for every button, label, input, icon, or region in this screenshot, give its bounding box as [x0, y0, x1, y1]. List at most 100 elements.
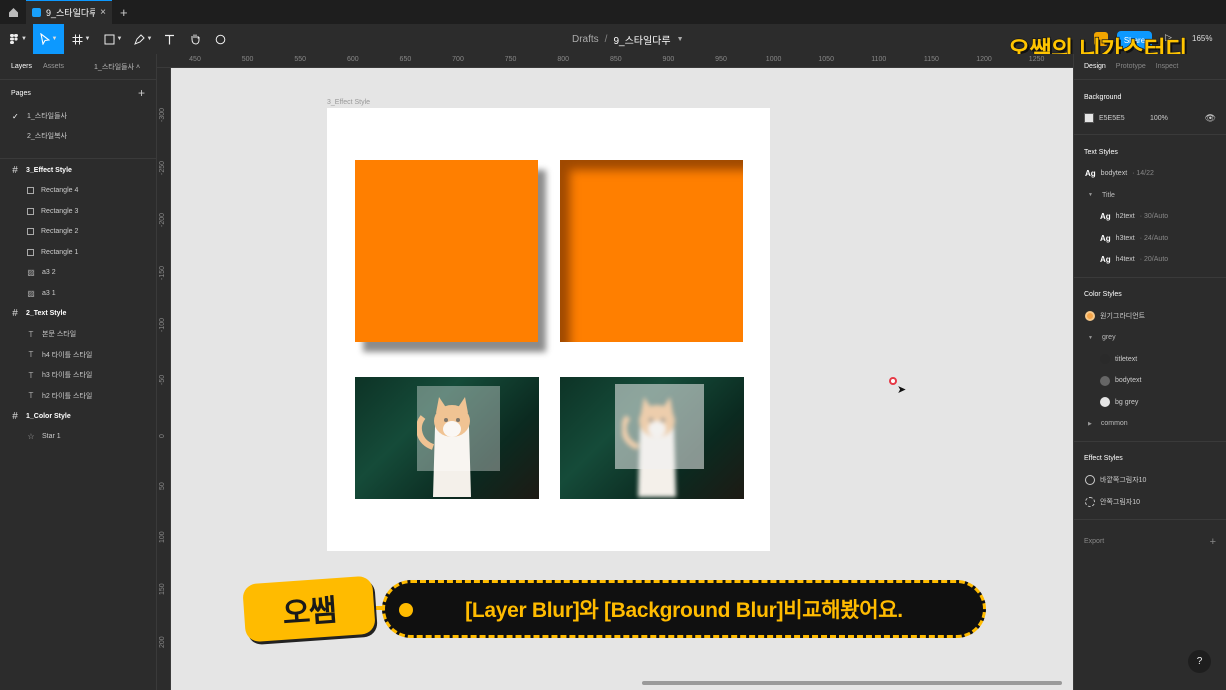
- ruler-horizontal: 450 500 550 600 650 700 750 800 850 900 950 1000 105…: [157, 54, 1073, 68]
- right-panel-tabs: Design Prototype Inspect: [1074, 54, 1226, 80]
- layer-item[interactable]: Rectangle 4: [0, 181, 156, 202]
- layer-item-label: 1_Color Style: [26, 412, 71, 420]
- text-styles-title: Text Styles: [1084, 148, 1118, 156]
- close-icon[interactable]: ×: [100, 7, 106, 18]
- text-tool-button[interactable]: [160, 24, 178, 54]
- tab-inspect[interactable]: Inspect: [1156, 63, 1179, 70]
- crumb-drafts[interactable]: Drafts: [572, 34, 599, 45]
- left-panel-tabs: Layers Assets 1_스타일들사 ˄: [0, 54, 156, 80]
- page-item[interactable]: 2_스타일복사: [0, 126, 156, 146]
- page-item-label: 2_스타일복사: [27, 133, 67, 140]
- effect-style-frame[interactable]: [327, 108, 770, 551]
- layer-item[interactable]: Rectangle 2: [0, 222, 156, 243]
- group-name: grey: [1101, 334, 1116, 342]
- color-style-group-common[interactable]: ▶ common: [1074, 413, 1226, 435]
- color-style-item[interactable]: titletext: [1074, 349, 1226, 371]
- text-style-name: bodytext: [1100, 170, 1128, 178]
- text-style-item[interactable]: Ag h3text · 24/Auto: [1074, 228, 1226, 250]
- main-menu-button[interactable]: ▼: [4, 24, 32, 54]
- layer-item[interactable]: Th2 타이틀 스타일: [0, 386, 156, 407]
- color-style-gradient[interactable]: 원기그라디언트: [1074, 306, 1226, 328]
- effect-style-inner-shadow[interactable]: 안쪽그림자10: [1074, 491, 1226, 513]
- rectangle-inner-shadow[interactable]: [560, 160, 743, 342]
- text-style-ag-icon: Ag: [1100, 233, 1111, 243]
- home-icon[interactable]: [0, 0, 26, 24]
- figma-logo-icon: [10, 34, 19, 44]
- cat-image-background-blur[interactable]: [560, 377, 744, 499]
- text-style-item[interactable]: Ag h4text · 20/Auto: [1074, 249, 1226, 271]
- background-opacity[interactable]: 100%: [1150, 115, 1168, 122]
- chevron-up-icon: ˄: [135, 63, 141, 71]
- color-style-item[interactable]: bg grey: [1074, 392, 1226, 414]
- layer-item[interactable]: Rectangle 3: [0, 201, 156, 222]
- chevron-down-icon[interactable]: ▼: [677, 36, 684, 43]
- shape-tool-button[interactable]: ▼: [100, 24, 126, 54]
- layer-item[interactable]: ▨ a3 1: [0, 283, 156, 304]
- frame-label[interactable]: 3_Effect Style: [327, 99, 370, 106]
- pages-list: ✓ 1_스타일들사 2_스타일복사: [0, 106, 156, 146]
- pages-header: Pages +: [0, 80, 156, 106]
- background-swatch[interactable]: [1084, 113, 1094, 123]
- layer-item-label: 본문 스타일: [42, 331, 77, 339]
- add-page-icon[interactable]: +: [138, 86, 145, 100]
- figma-window: 9_스타일다루 × + ▼ ▼ ▼ ▼ ▼ Drafts / 9_스타일다루 ▼…: [0, 0, 1226, 690]
- tab-layers[interactable]: Layers: [11, 63, 32, 70]
- horizontal-scrollbar[interactable]: [642, 681, 1062, 685]
- color-style-item[interactable]: bodytext: [1074, 370, 1226, 392]
- image-icon: ▨: [27, 268, 35, 278]
- background-hex[interactable]: E5E5E5: [1099, 115, 1145, 122]
- color-style-name: bodytext: [1115, 377, 1142, 385]
- tab-assets[interactable]: Assets: [43, 63, 64, 70]
- text-style-item[interactable]: Ag h2text · 30/Auto: [1074, 206, 1226, 228]
- rectangle-icon: [27, 248, 34, 256]
- layer-item[interactable]: Rectangle 1: [0, 242, 156, 263]
- current-page-selector[interactable]: 1_스타일들사 ˄: [94, 62, 140, 72]
- background-row: E5E5E5 100% 👁: [1074, 108, 1226, 128]
- effect-style-name: 바깥쪽그림자10: [1100, 477, 1147, 485]
- pen-tool-button[interactable]: ▼: [130, 24, 156, 54]
- tab-prototype[interactable]: Prototype: [1116, 63, 1146, 70]
- zoom-level[interactable]: 165%: [1192, 34, 1212, 43]
- layer-item-label: h2 타이틀 스타일: [42, 392, 93, 400]
- move-tool-button[interactable]: ▼: [33, 24, 64, 54]
- crumb-file-name[interactable]: 9_스타일다루: [613, 32, 670, 47]
- divider: [1074, 134, 1226, 135]
- ruler-vertical: -300 -250 -200 -150 -100 -50 0 50 100 150 200: [157, 68, 171, 690]
- frosted-overlay-square: [615, 384, 704, 469]
- page-item[interactable]: ✓ 1_스타일들사: [0, 106, 156, 126]
- crumb-separator: /: [604, 33, 608, 45]
- color-style-group-grey[interactable]: ▼ grey: [1074, 327, 1226, 349]
- layer-item[interactable]: Th3 타이틀 스타일: [0, 365, 156, 386]
- layer-item[interactable]: ☆ Star 1: [0, 427, 156, 448]
- cat-image-layer-blur[interactable]: [355, 377, 539, 499]
- pen-icon: [133, 33, 145, 45]
- add-tab-icon[interactable]: +: [120, 5, 128, 20]
- ruler-tick-label: 1150: [923, 56, 939, 63]
- layer-item[interactable]: ▨ a3 2: [0, 263, 156, 284]
- ruler-tick-label: 50: [159, 482, 166, 491]
- add-export-icon[interactable]: +: [1210, 536, 1216, 548]
- text-style-group-title[interactable]: ▼ Title: [1074, 185, 1226, 207]
- star-icon: ☆: [27, 432, 35, 442]
- color-style-name: 원기그라디언트: [1100, 313, 1146, 321]
- color-style-items: titletext bodytext bg grey: [1074, 349, 1226, 414]
- text-style-bodytext[interactable]: Ag bodytext · 14/22: [1074, 163, 1226, 185]
- help-button[interactable]: ?: [1188, 650, 1211, 673]
- effect-style-outer-shadow[interactable]: 바깥쪽그림자10: [1074, 470, 1226, 492]
- file-tab[interactable]: 9_스타일다루 ×: [26, 0, 112, 24]
- comment-tool-button[interactable]: [210, 24, 230, 54]
- rectangle-drop-shadow[interactable]: [355, 160, 538, 342]
- layer-item[interactable]: #1_Color Style: [0, 406, 156, 427]
- layer-item[interactable]: #3_Effect Style: [0, 160, 156, 181]
- layer-item[interactable]: Th4 타이틀 스타일: [0, 345, 156, 366]
- ruler-tick-label: 750: [504, 56, 517, 63]
- layer-item[interactable]: #2_Text Style: [0, 304, 156, 325]
- frame-tool-button[interactable]: ▼: [68, 24, 94, 54]
- hand-tool-button[interactable]: [185, 24, 205, 54]
- eye-icon[interactable]: 👁: [1205, 113, 1216, 124]
- ruler-tick-label: 950: [715, 56, 727, 63]
- tab-design[interactable]: Design: [1084, 63, 1106, 70]
- layer-item[interactable]: T 본문 스타일: [0, 324, 156, 345]
- rectangle-icon: [104, 34, 115, 44]
- drop-shadow-icon: [1085, 475, 1095, 486]
